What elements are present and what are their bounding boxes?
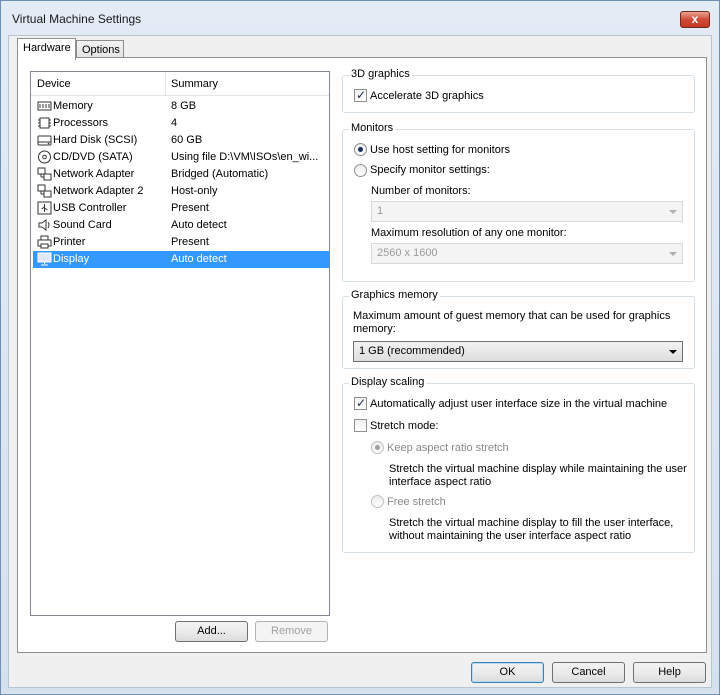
max-resolution-value: 2560 x 1600 [377, 247, 438, 259]
graphics-memory-select[interactable]: 1 GB (recommended) [353, 341, 683, 362]
max-resolution-select[interactable]: 2560 x 1600 [371, 243, 683, 264]
accelerate-3d-checkbox[interactable] [354, 88, 367, 102]
column-header-device[interactable]: Device [37, 78, 71, 90]
chevron-down-icon [669, 252, 677, 256]
display-scaling-group: Display scaling Automatically adjust use… [342, 376, 695, 553]
network-adapter-icon [37, 184, 52, 198]
device-summary: Auto detect [171, 219, 227, 231]
device-row-network-adapter-2[interactable]: Network Adapter 2 Host-only [33, 183, 329, 200]
chevron-down-icon [669, 350, 677, 354]
device-list[interactable]: Device Summary Memory 8 GB Processors 4 … [30, 71, 330, 616]
processor-icon [38, 117, 51, 129]
use-host-monitors-radio[interactable] [354, 143, 367, 156]
number-of-monitors-label: Number of monitors: [371, 185, 471, 197]
graphics-memory-group-title: Graphics memory [349, 289, 440, 301]
device-summary: Present [171, 202, 209, 214]
device-summary: 8 GB [171, 100, 197, 112]
remove-device-button[interactable]: Remove [255, 621, 328, 642]
device-name: Memory [53, 100, 93, 112]
device-name: Processors [53, 117, 109, 129]
graphics-memory-value: 1 GB (recommended) [359, 345, 465, 357]
tab-options-label: Options [82, 44, 120, 56]
device-row-usb-controller[interactable]: USB Controller Present [33, 200, 329, 217]
stretch-mode-label[interactable]: Stretch mode: [370, 420, 438, 432]
auto-adjust-ui-label[interactable]: Automatically adjust user interface size… [370, 398, 667, 410]
device-name: Sound Card [53, 219, 112, 231]
keep-aspect-ratio-description: Stretch the virtual machine display whil… [389, 463, 687, 488]
hardware-tab-panel: Device Summary Memory 8 GB Processors 4 … [17, 57, 707, 653]
device-summary: Auto detect [171, 253, 227, 265]
cancel-button[interactable]: Cancel [552, 662, 625, 683]
tab-hardware[interactable]: Hardware [17, 38, 76, 60]
accelerate-3d-label[interactable]: Accelerate 3D graphics [370, 90, 484, 102]
speaker-icon [38, 219, 50, 231]
stretch-mode-checkbox[interactable] [354, 419, 367, 432]
display-scaling-group-title: Display scaling [349, 376, 427, 388]
keep-aspect-ratio-radio[interactable] [371, 441, 384, 454]
device-row-cd-dvd[interactable]: CD/DVD (SATA) Using file D:\VM\ISOs\en_w… [33, 149, 329, 166]
device-row-display[interactable]: Display Auto detect [33, 251, 329, 268]
device-name: Display [53, 253, 90, 265]
device-name: Hard Disk (SCSI) [53, 134, 138, 146]
device-summary: Present [171, 236, 209, 248]
device-summary: 60 GB [171, 134, 203, 146]
max-resolution-label: Maximum resolution of any one monitor: [371, 227, 567, 239]
ok-button[interactable]: OK [471, 662, 544, 683]
number-of-monitors-select[interactable]: 1 [371, 201, 683, 222]
device-row-printer[interactable]: Printer Present [33, 234, 329, 251]
device-row-hard-disk[interactable]: Hard Disk (SCSI) 60 GB [33, 132, 329, 149]
window-title: Virtual Machine Settings [12, 12, 142, 26]
printer-icon [37, 235, 52, 249]
device-name: Network Adapter [53, 168, 135, 180]
cd-dvd-icon [38, 150, 51, 164]
monitors-group-title: Monitors [349, 122, 396, 134]
monitors-group: Monitors Use host setting for monitors S… [342, 122, 695, 282]
device-summary: 4 [171, 117, 178, 129]
device-name: Printer [53, 236, 86, 248]
title-bar: Virtual Machine Settings x [1, 1, 719, 35]
close-button[interactable]: x [680, 11, 710, 28]
chevron-down-icon [669, 210, 677, 214]
column-separator[interactable] [165, 72, 166, 96]
3d-graphics-group: 3D graphics Accelerate 3D graphics [342, 68, 695, 113]
device-name: Network Adapter 2 [53, 185, 144, 197]
device-row-network-adapter[interactable]: Network Adapter Bridged (Automatic) [33, 166, 329, 183]
free-stretch-description: Stretch the virtual machine display to f… [389, 517, 674, 542]
help-button[interactable]: Help [633, 662, 706, 683]
use-host-monitors-label[interactable]: Use host setting for monitors [370, 144, 510, 156]
free-stretch-radio[interactable] [371, 495, 384, 508]
tab-hardware-label: Hardware [23, 42, 71, 54]
device-row-sound-card[interactable]: Sound Card Auto detect [33, 217, 329, 234]
add-device-button[interactable]: Add... [175, 621, 248, 642]
memory-icon [37, 101, 52, 111]
3d-graphics-group-title: 3D graphics [349, 68, 412, 80]
device-summary: Using file D:\VM\ISOs\en_wi... [171, 151, 319, 163]
keep-aspect-ratio-label[interactable]: Keep aspect ratio stretch [387, 442, 509, 454]
graphics-memory-group: Graphics memory Maximum amount of guest … [342, 289, 695, 369]
display-icon [37, 252, 52, 266]
device-name: USB Controller [53, 202, 127, 214]
specify-monitors-radio[interactable] [354, 164, 367, 177]
device-summary: Host-only [171, 185, 218, 197]
dialog-client: Hardware Options Device Summary Memory 8… [8, 35, 712, 688]
device-row-memory[interactable]: Memory 8 GB [33, 98, 329, 115]
hard-disk-icon [37, 135, 52, 146]
device-name: CD/DVD (SATA) [53, 151, 133, 163]
column-header-summary[interactable]: Summary [171, 78, 218, 90]
graphics-memory-description: Maximum amount of guest memory that can … [353, 310, 671, 335]
usb-icon [37, 201, 52, 215]
number-of-monitors-value: 1 [377, 205, 384, 217]
free-stretch-label[interactable]: Free stretch [387, 496, 446, 508]
specify-monitors-label[interactable]: Specify monitor settings: [370, 164, 490, 176]
device-row-processors[interactable]: Processors 4 [33, 115, 329, 132]
device-list-header: Device Summary [31, 72, 329, 96]
device-summary: Bridged (Automatic) [171, 168, 269, 180]
auto-adjust-ui-checkbox[interactable] [354, 396, 367, 410]
network-adapter-icon [37, 167, 52, 181]
virtual-machine-settings-window: Virtual Machine Settings x Hardware Opti… [0, 0, 720, 695]
